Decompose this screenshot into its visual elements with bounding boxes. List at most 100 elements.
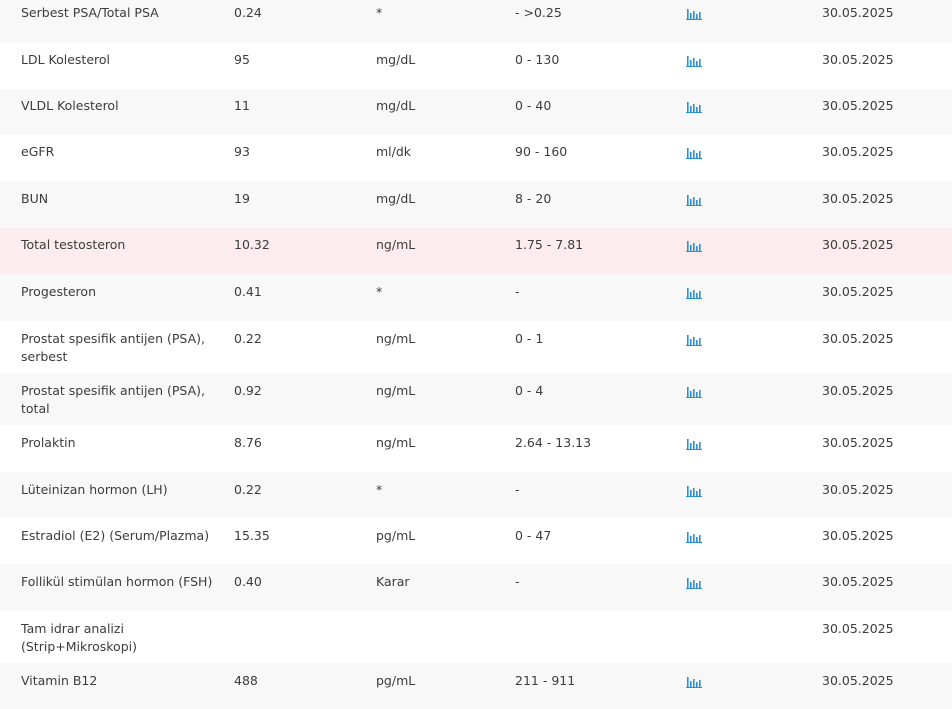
result-unit: *: [376, 284, 383, 299]
result-date: 30.05.2025: [822, 528, 894, 543]
result-date: 30.05.2025: [822, 383, 894, 398]
result-unit: mg/dL: [376, 98, 416, 113]
table-row: Lüteinizan hormon (LH) 0.22 * - 30.05.2025: [0, 472, 952, 518]
result-unit: *: [376, 5, 383, 20]
test-name: BUN: [21, 190, 48, 208]
result-date: 30.05.2025: [822, 98, 894, 113]
reference-range: 211 - 911: [515, 673, 576, 688]
table-row: LDL Kolesterol 95 mg/dL 0 - 130 30.05.2025: [0, 43, 952, 89]
test-name: Total testosteron: [21, 236, 125, 254]
test-name: LDL Kolesterol: [21, 51, 110, 69]
result-date: 30.05.2025: [822, 191, 894, 206]
test-name: Tam idrar analizi (Strip+Mikroskopi): [21, 620, 137, 656]
bar-chart-icon[interactable]: [686, 438, 702, 450]
test-name: Progesteron: [21, 283, 96, 301]
result-value: 8.76: [234, 435, 262, 450]
result-unit: ng/mL: [376, 383, 416, 398]
result-unit: Karar: [376, 574, 410, 589]
lab-results-table: Serbest PSA/Total PSA 0.24 * - >0.25 30.05.2…: [0, 0, 952, 709]
test-name-line: (Strip+Mikroskopi): [21, 639, 137, 654]
bar-chart-icon[interactable]: [686, 577, 702, 589]
result-unit: mg/dL: [376, 191, 416, 206]
test-name: Lüteinizan hormon (LH): [21, 481, 168, 499]
result-value: 0.92: [234, 383, 262, 398]
table-row: Progesteron 0.41 * - 30.05.2025: [0, 274, 952, 321]
test-name: Follikül stimülan hormon (FSH): [21, 573, 212, 591]
result-date: 30.05.2025: [822, 331, 894, 346]
test-name-line: Total testosteron: [21, 237, 126, 252]
reference-range: 0 - 4: [515, 383, 544, 398]
bar-chart-icon[interactable]: [686, 287, 702, 299]
reference-range: 1.75 - 7.81: [515, 237, 584, 252]
result-value: 10.32: [234, 237, 270, 252]
reference-range: -: [515, 574, 520, 589]
table-row: BUN 19 mg/dL 8 - 20 30.05.2025: [0, 181, 952, 228]
test-name: VLDL Kolesterol: [21, 97, 119, 115]
bar-chart-icon[interactable]: [686, 531, 702, 543]
result-date: 30.05.2025: [822, 52, 894, 67]
test-name-line: total: [21, 401, 50, 416]
table-row: Tam idrar analizi (Strip+Mikroskopi) 30.05…: [0, 611, 952, 663]
reference-range: - >0.25: [515, 5, 562, 20]
test-name-line: Prostat spesifik antijen (PSA),: [21, 383, 205, 398]
bar-chart-icon[interactable]: [686, 386, 702, 398]
test-name-line: Vitamin B12: [21, 673, 98, 688]
result-unit: pg/mL: [376, 528, 416, 543]
result-value: 0.40: [234, 574, 262, 589]
bar-chart-icon[interactable]: [686, 8, 702, 20]
result-date: 30.05.2025: [822, 144, 894, 159]
bar-chart-icon[interactable]: [686, 334, 702, 346]
table-row: Follikül stimülan hormon (FSH) 0.40 Karar -…: [0, 564, 952, 611]
test-name-line: VLDL Kolesterol: [21, 98, 119, 113]
test-name: Serbest PSA/Total PSA: [21, 4, 159, 22]
test-name-line: BUN: [21, 191, 49, 206]
result-value: 0.24: [234, 5, 262, 20]
test-name: Prostat spesifik antijen (PSA), serbest: [21, 330, 205, 366]
reference-range: -: [515, 482, 520, 497]
reference-range: 90 - 160: [515, 144, 568, 159]
table-row: Vitamin B12 488 pg/mL 211 - 911 30.05.2025: [0, 663, 952, 709]
table-row: Prolaktin 8.76 ng/mL 2.64 - 13.13 30.05.2025: [0, 425, 952, 472]
result-date: 30.05.2025: [822, 237, 894, 252]
bar-chart-icon[interactable]: [686, 55, 702, 67]
result-value: 0.22: [234, 482, 262, 497]
table-row: eGFR 93 ml/dk 90 - 160 30.05.2025: [0, 135, 952, 181]
test-name: Estradiol (E2) (Serum/Plazma): [21, 527, 209, 545]
result-value: 93: [234, 144, 250, 159]
result-value: 11: [234, 98, 250, 113]
test-name-line: Progesteron: [21, 284, 96, 299]
test-name-line: Lüteinizan hormon (LH): [21, 482, 168, 497]
result-unit: mg/dL: [376, 52, 416, 67]
result-date: 30.05.2025: [822, 482, 894, 497]
reference-range: 0 - 40: [515, 98, 552, 113]
result-unit: ml/dk: [376, 144, 412, 159]
test-name-line: serbest: [21, 349, 68, 364]
bar-chart-icon[interactable]: [686, 676, 702, 688]
reference-range: 8 - 20: [515, 191, 552, 206]
bar-chart-icon[interactable]: [686, 240, 702, 252]
bar-chart-icon[interactable]: [686, 101, 702, 113]
test-name-line: Tam idrar analizi: [21, 621, 124, 636]
result-unit: ng/mL: [376, 237, 416, 252]
table-row: Prostat spesifik antijen (PSA), serbest 0.…: [0, 321, 952, 373]
table-row: Prostat spesifik antijen (PSA), total 0.92…: [0, 373, 952, 425]
test-name-line: LDL Kolesterol: [21, 52, 111, 67]
bar-chart-icon[interactable]: [686, 147, 702, 159]
bar-chart-icon[interactable]: [686, 485, 702, 497]
test-name-line: Serbest PSA/Total PSA: [21, 5, 159, 20]
result-date: 30.05.2025: [822, 5, 894, 20]
test-name-line: Estradiol (E2) (Serum/Plazma): [21, 528, 210, 543]
test-name-line: eGFR: [21, 144, 55, 159]
result-unit: ng/mL: [376, 331, 416, 346]
test-name: Vitamin B12: [21, 672, 97, 690]
reference-range: 2.64 - 13.13: [515, 435, 592, 450]
bar-chart-icon[interactable]: [686, 194, 702, 206]
test-name-line: Follikül stimülan hormon (FSH): [21, 574, 213, 589]
table-row: VLDL Kolesterol 11 mg/dL 0 - 40 30.05.2025: [0, 89, 952, 135]
result-date: 30.05.2025: [822, 621, 894, 636]
result-value: 0.41: [234, 284, 262, 299]
reference-range: -: [515, 284, 520, 299]
table-row: Estradiol (E2) (Serum/Plazma) 15.35 pg/mL 0…: [0, 518, 952, 564]
result-value: 488: [234, 673, 258, 688]
result-value: 95: [234, 52, 250, 67]
